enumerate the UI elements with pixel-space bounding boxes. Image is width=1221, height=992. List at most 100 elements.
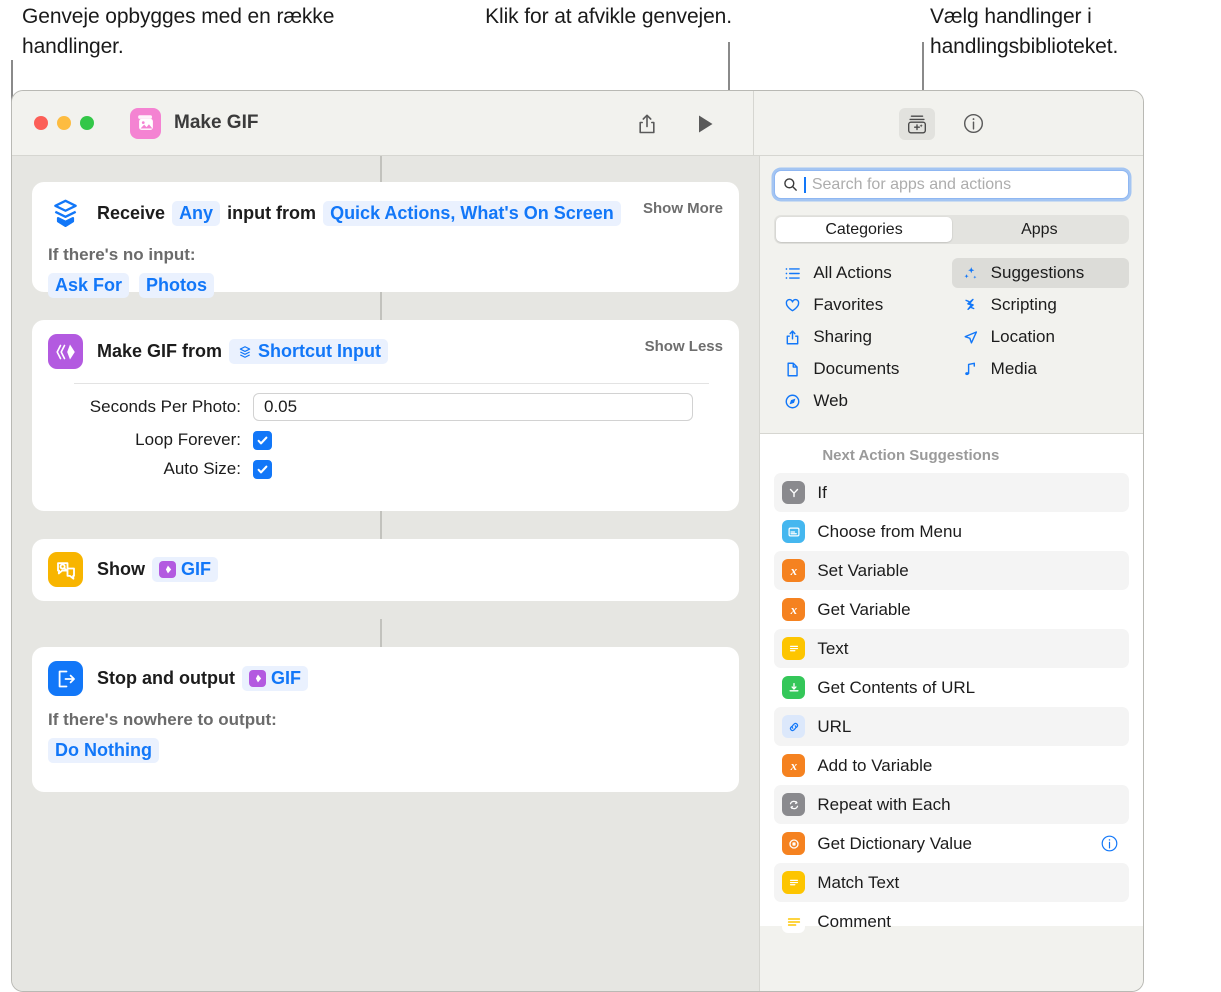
action-card-make-gif[interactable]: Make GIF from Shortcut Input Show Less S… bbox=[32, 320, 739, 511]
action-title: Make GIF from Shortcut Input bbox=[97, 339, 389, 364]
action-header: Receive Any input from Quick Actions, Wh… bbox=[32, 182, 739, 231]
action-header: Show GIF bbox=[32, 539, 739, 587]
do-nothing-token[interactable]: Do Nothing bbox=[48, 738, 159, 763]
list-item[interactable]: x Add to Variable bbox=[774, 746, 1129, 785]
category-media[interactable]: Media bbox=[952, 354, 1129, 384]
search-icon bbox=[784, 178, 798, 191]
info-icon[interactable] bbox=[1100, 834, 1119, 853]
action-connector bbox=[380, 511, 382, 539]
nowhere-to-output-tokens: Do Nothing bbox=[32, 730, 739, 779]
category-label: Web bbox=[813, 391, 848, 410]
list-item[interactable]: Comment bbox=[774, 902, 1129, 941]
scripting-icon bbox=[961, 297, 980, 314]
category-web[interactable]: Web bbox=[774, 386, 951, 416]
suggestions-panel: Next Action Suggestions If Choose from M… bbox=[760, 434, 1143, 933]
action-title: Stop and output GIF bbox=[97, 666, 308, 691]
list-item[interactable]: Get Dictionary Value bbox=[774, 824, 1129, 863]
repeat-icon bbox=[782, 793, 806, 816]
variable-icon: x bbox=[782, 754, 806, 777]
category-grid: All Actions Suggestions Favorites Script… bbox=[760, 244, 1143, 416]
category-all-actions[interactable]: All Actions bbox=[774, 258, 951, 288]
action-title: Show GIF bbox=[97, 557, 218, 582]
action-prefix: Make GIF from bbox=[97, 341, 223, 361]
action-library-sidebar: Search for apps and actions Categories A… bbox=[759, 156, 1143, 991]
gif-mini-icon bbox=[248, 670, 266, 687]
category-scripting[interactable]: Scripting bbox=[952, 290, 1129, 320]
share-button[interactable] bbox=[629, 108, 665, 140]
list-item[interactable]: URL bbox=[774, 707, 1129, 746]
comment-icon bbox=[782, 910, 806, 933]
auto-size-checkbox[interactable] bbox=[253, 459, 272, 479]
action-connector bbox=[380, 156, 382, 182]
action-title: Receive Any input from Quick Actions, Wh… bbox=[97, 201, 621, 226]
receive-input-icon bbox=[48, 196, 83, 231]
text-caret bbox=[804, 176, 806, 193]
library-tabs[interactable]: Categories Apps bbox=[774, 215, 1129, 244]
list-item[interactable]: x Set Variable bbox=[774, 551, 1129, 590]
shortcuts-window: Make GIF Receive Any input from Quick Ac… bbox=[11, 90, 1144, 992]
list-item-label: Get Dictionary Value bbox=[817, 833, 972, 853]
ask-for-token[interactable]: Ask For bbox=[48, 273, 130, 298]
list-item[interactable]: Match Text bbox=[774, 863, 1129, 902]
category-location[interactable]: Location bbox=[952, 322, 1129, 352]
info-button[interactable] bbox=[955, 108, 991, 140]
shortcut-input-token[interactable]: Shortcut Input bbox=[229, 339, 389, 364]
loop-forever-row: Loop Forever: bbox=[32, 421, 739, 450]
show-more-toggle[interactable]: Show More bbox=[643, 200, 723, 217]
tab-apps[interactable]: Apps bbox=[952, 217, 1127, 242]
gif-variable-token[interactable]: GIF bbox=[152, 557, 218, 582]
category-label: All Actions bbox=[813, 263, 892, 282]
list-item[interactable]: Repeat with Each bbox=[774, 785, 1129, 824]
list-item-label: Get Variable bbox=[817, 599, 911, 619]
seconds-per-photo-input[interactable]: 0.05 bbox=[253, 393, 693, 421]
close-button[interactable] bbox=[34, 116, 48, 130]
window-body: Receive Any input from Quick Actions, Wh… bbox=[12, 156, 1143, 991]
category-favorites[interactable]: Favorites bbox=[774, 290, 951, 320]
tab-categories[interactable]: Categories bbox=[776, 217, 952, 242]
list-item[interactable]: Text bbox=[774, 629, 1129, 668]
list-item-label: Add to Variable bbox=[817, 755, 933, 775]
search-input[interactable]: Search for apps and actions bbox=[774, 170, 1129, 199]
action-card-receive[interactable]: Receive Any input from Quick Actions, Wh… bbox=[32, 182, 739, 298]
input-source-token[interactable]: Quick Actions, What's On Screen bbox=[323, 201, 621, 226]
seconds-per-photo-row: Seconds Per Photo: 0.05 bbox=[32, 384, 739, 421]
category-documents[interactable]: Documents bbox=[774, 354, 951, 384]
list-item-label: Get Contents of URL bbox=[817, 677, 976, 697]
action-library-button[interactable] bbox=[899, 107, 935, 140]
category-label: Favorites bbox=[813, 295, 884, 314]
show-less-toggle[interactable]: Show Less bbox=[645, 338, 723, 355]
shortcut-input-icon bbox=[236, 343, 253, 360]
list-item-label: Repeat with Each bbox=[817, 794, 951, 814]
action-card-show[interactable]: Show GIF bbox=[32, 539, 739, 601]
suggestions-heading: Next Action Suggestions bbox=[822, 447, 1000, 464]
zoom-button[interactable] bbox=[80, 116, 94, 130]
list-item[interactable]: Choose from Menu bbox=[774, 512, 1129, 551]
action-prefix: Receive bbox=[97, 203, 166, 223]
photos-token[interactable]: Photos bbox=[139, 273, 215, 298]
gif-token-label: GIF bbox=[270, 668, 301, 688]
category-suggestions[interactable]: Suggestions bbox=[951, 258, 1129, 288]
search-section: Search for apps and actions bbox=[760, 156, 1143, 199]
loop-forever-checkbox[interactable] bbox=[253, 430, 272, 450]
list-item[interactable]: Get Contents of URL bbox=[774, 668, 1129, 707]
document-icon bbox=[783, 361, 802, 378]
window-controls[interactable] bbox=[34, 116, 94, 130]
action-card-stop-output[interactable]: Stop and output GIF If there's nowhere t… bbox=[32, 647, 739, 792]
heart-icon bbox=[783, 297, 802, 314]
photos-stack-icon bbox=[130, 107, 161, 139]
category-sharing[interactable]: Sharing bbox=[774, 322, 951, 352]
minimize-button[interactable] bbox=[57, 116, 71, 130]
run-button[interactable] bbox=[687, 108, 723, 140]
gif-mini-icon bbox=[159, 561, 176, 578]
list-item[interactable]: x Get Variable bbox=[774, 590, 1129, 629]
share-icon bbox=[783, 329, 802, 346]
nowhere-to-output-label: If there's nowhere to output: bbox=[48, 710, 277, 729]
input-type-token[interactable]: Any bbox=[172, 201, 221, 226]
download-icon bbox=[782, 676, 806, 699]
list-item-label: Comment bbox=[817, 911, 892, 931]
compass-icon bbox=[783, 393, 802, 410]
list-item[interactable]: If bbox=[774, 473, 1129, 512]
list-icon bbox=[783, 265, 802, 282]
category-label: Scripting bbox=[990, 295, 1057, 314]
gif-variable-token[interactable]: GIF bbox=[241, 666, 308, 691]
